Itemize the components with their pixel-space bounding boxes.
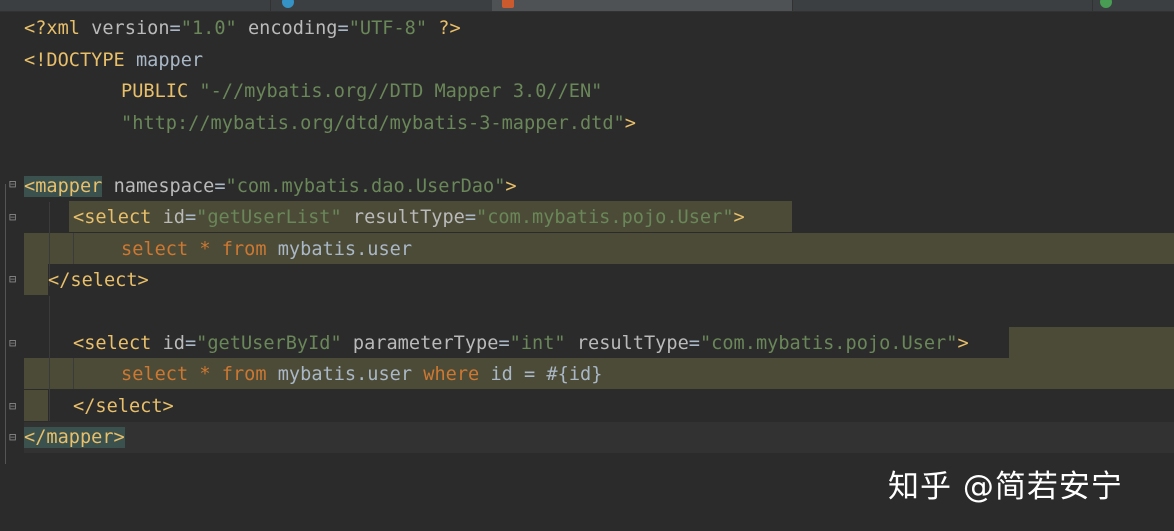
- select-open-tag: <select: [73, 207, 152, 228]
- tag-close: >: [957, 333, 969, 354]
- doctype-keyword: <!DOCTYPE: [24, 50, 136, 71]
- xml-attr-value: "getUserList": [196, 207, 342, 228]
- code-line-13: </select>: [73, 391, 174, 422]
- xml-file-icon: [502, 0, 514, 8]
- editor-tab-bar: [0, 0, 1174, 12]
- editor-tab[interactable]: [0, 0, 271, 11]
- run-status-icon: [1100, 0, 1112, 8]
- xml-attr: version: [91, 18, 170, 39]
- fold-end-icon[interactable]: ⊟: [9, 400, 19, 412]
- code-line-4: "http://mybatis.org/dtd/mybatis-3-mapper…: [121, 108, 636, 139]
- xml-attr: encoding: [247, 18, 338, 39]
- sql-keyword: from: [221, 239, 267, 260]
- fold-end-icon[interactable]: ⊟: [9, 273, 19, 285]
- xml-attr-value: "com.mybatis.dao.UserDao": [225, 176, 506, 197]
- fold-collapse-icon[interactable]: ⊟: [9, 337, 19, 349]
- system-id-string: "http://mybatis.org/dtd/mybatis-3-mapper…: [121, 113, 625, 134]
- indent-guide: [49, 296, 50, 421]
- code-line-6: <mapper namespace="com.mybatis.dao.UserD…: [24, 171, 517, 202]
- xml-pi-close: ?>: [427, 18, 461, 39]
- sql-keyword: from: [221, 364, 267, 385]
- tag-close: >: [733, 207, 745, 228]
- equals-sign: =: [688, 333, 700, 354]
- sql-star: *: [188, 364, 222, 385]
- xml-attr: parameterType: [341, 333, 499, 354]
- code-editor-window: ⊟ ⊟ ⊟ ⊟ ⊟ ⊟ <?xml version="1.0" encoding…: [0, 0, 1174, 531]
- public-id-string: "-//mybatis.org//DTD Mapper 3.0//EN": [199, 81, 603, 102]
- xml-attr-value: "com.mybatis.pojo.User": [476, 207, 734, 228]
- usage-highlight: [1009, 327, 1174, 358]
- xml-attr: namespace: [102, 176, 215, 197]
- equals-sign: =: [169, 18, 181, 39]
- xml-attr-value: "com.mybatis.pojo.User": [699, 333, 958, 354]
- sql-keyword: where: [423, 364, 480, 385]
- fold-collapse-icon[interactable]: ⊟: [9, 211, 19, 223]
- fold-collapse-icon[interactable]: ⊟: [9, 178, 19, 190]
- fold-end-icon[interactable]: ⊟: [9, 431, 19, 443]
- editor-tab-active[interactable]: [492, 0, 793, 11]
- code-line-7: <select id="getUserList" resultType="com…: [73, 202, 745, 233]
- equals-sign: =: [337, 18, 349, 39]
- current-line-highlight: [24, 422, 1174, 453]
- equals-sign: =: [184, 207, 197, 228]
- xml-attr-value: "getUserById": [196, 333, 342, 354]
- mapper-open-tag: <mapper: [24, 176, 103, 197]
- sql-keyword: select: [121, 364, 189, 385]
- sql-star: *: [188, 239, 222, 260]
- equals-sign: =: [498, 333, 510, 354]
- code-line-2: <!DOCTYPE mapper: [24, 45, 203, 76]
- xml-attr-value: "1.0": [180, 18, 237, 39]
- sql-table: mybatis.user: [266, 364, 424, 385]
- code-line-1: <?xml version="1.0" encoding="UTF-8" ?>: [24, 13, 461, 44]
- editor-tab[interactable]: [270, 0, 493, 11]
- code-line-8: select * from mybatis.user: [121, 234, 412, 265]
- public-keyword: PUBLIC: [121, 81, 200, 102]
- equals-sign: =: [464, 207, 477, 228]
- xml-attr-value: "int": [509, 333, 566, 354]
- select-close-tag: </select>: [48, 270, 149, 291]
- editor-tab[interactable]: [792, 0, 1093, 11]
- code-line-14: </mapper>: [24, 422, 125, 453]
- xml-attr: resultType: [565, 333, 689, 354]
- editor-gutter: ⊟ ⊟ ⊟ ⊟ ⊟ ⊟: [0, 12, 24, 531]
- indent-guide: [73, 233, 74, 264]
- code-line-11: <select id="getUserById" parameterType="…: [73, 328, 969, 359]
- equals-sign: =: [184, 333, 197, 354]
- doctype-name: mapper: [135, 50, 204, 71]
- usage-highlight: [24, 390, 48, 421]
- xml-attr: id: [151, 333, 185, 354]
- sql-condition: id = #{id}: [479, 364, 603, 385]
- tag-close: >: [505, 176, 517, 197]
- code-line-3: PUBLIC "-//mybatis.org//DTD Mapper 3.0//…: [121, 76, 602, 107]
- usage-highlight: [24, 264, 48, 295]
- equals-sign: =: [214, 176, 226, 197]
- xml-attr: resultType: [341, 207, 465, 228]
- doctype-close: >: [624, 113, 636, 134]
- sql-keyword: select: [121, 239, 189, 260]
- gutter-divider: [5, 184, 6, 464]
- code-area[interactable]: <?xml version="1.0" encoding="UTF-8" ?> …: [24, 12, 1174, 531]
- watermark: 知乎 @简若安宁: [888, 469, 1123, 505]
- select-close-tag: </select>: [73, 396, 174, 417]
- sql-table: mybatis.user: [266, 239, 413, 260]
- mapper-close-tag: </mapper>: [24, 427, 125, 448]
- xml-attr: id: [151, 207, 185, 228]
- xml-attr-value: "UTF-8": [348, 18, 428, 39]
- code-line-9: </select>: [48, 265, 149, 296]
- code-line-12: select * from mybatis.user where id = #{…: [121, 359, 602, 390]
- xml-pi-open: <?xml: [24, 18, 92, 39]
- indent-guide: [73, 358, 74, 389]
- select-open-tag: <select: [73, 333, 152, 354]
